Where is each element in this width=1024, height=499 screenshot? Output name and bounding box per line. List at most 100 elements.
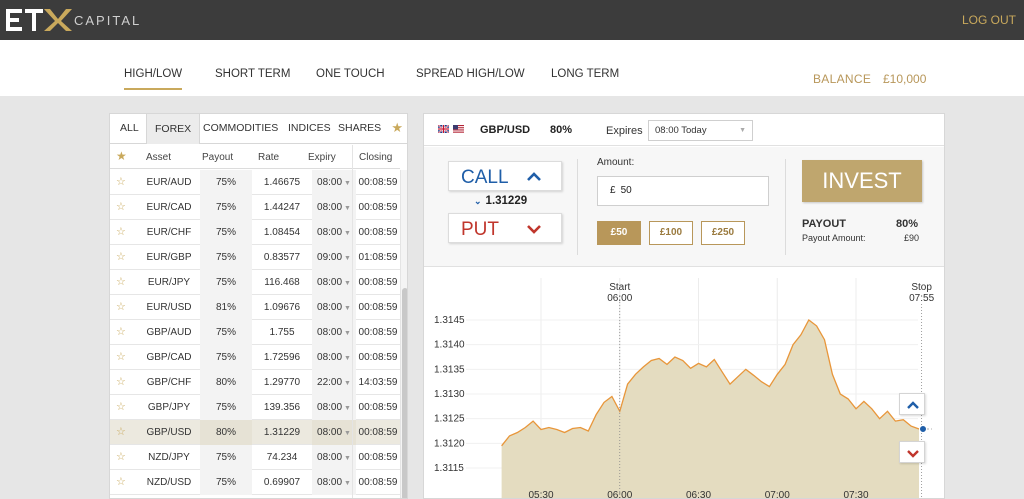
filter-tab-all[interactable]: ALL — [120, 122, 139, 134]
amount-label: Amount: — [597, 157, 635, 168]
table-row[interactable]: ☆ EUR/USD 81% 1.09676 08:00 ▼ 00:08:59 — [110, 295, 400, 320]
favourites-star-icon[interactable]: ★ — [391, 120, 403, 136]
asset-expiry-select[interactable]: 09:00 ▼ — [312, 245, 356, 270]
chevron-down-icon: ▼ — [739, 127, 746, 134]
favourite-star-icon[interactable]: ☆ — [116, 295, 130, 320]
filter-tab-commodities[interactable]: COMMODITIES — [203, 122, 278, 134]
asset-expiry-select[interactable]: 08:00 ▼ — [312, 345, 356, 370]
tab-high-low[interactable]: HIGH/LOW — [124, 68, 183, 90]
table-row[interactable]: ☆ EUR/CHF 75% 1.08454 08:00 ▼ 00:08:59 — [110, 220, 400, 245]
tab-short-term[interactable]: SHORT TERM — [215, 68, 290, 80]
col-payout[interactable]: Payout — [202, 152, 233, 163]
table-row[interactable]: ☆ GBP/USD 80% 1.31229 08:00 ▼ 00:08:59 — [110, 420, 400, 445]
asset-expiry-select[interactable]: 08:00 ▼ — [312, 270, 356, 295]
table-row[interactable]: ☆ NZD/USD 75% 0.69907 08:00 ▼ 00:08:59 — [110, 470, 400, 495]
x-tick-label: 05:30 — [528, 490, 553, 499]
table-row[interactable]: ☆ GBP/CHF 80% 1.29770 22:00 ▼ 14:03:59 — [110, 370, 400, 395]
asset-name: GBP/USD — [146, 427, 192, 438]
chart-put-button[interactable] — [899, 441, 925, 463]
chevron-down-icon: ▼ — [344, 480, 351, 487]
table-row[interactable]: ☆ GBP/CAD 75% 1.72596 08:00 ▼ 00:08:59 — [110, 345, 400, 370]
asset-expiry-select[interactable]: 08:00 ▼ — [312, 320, 356, 345]
asset-expiry-select[interactable]: 22:00 ▼ — [312, 370, 356, 395]
col-expiry[interactable]: Expiry — [308, 152, 336, 163]
expiry-select[interactable]: 08:00 Today ▼ — [648, 120, 753, 141]
col-asset[interactable]: Asset — [146, 152, 171, 163]
asset-closing-time: 00:08:59 — [358, 352, 398, 363]
asset-rate: 74.234 — [266, 452, 298, 463]
table-row[interactable]: ☆ EUR/CAD 75% 1.44247 08:00 ▼ 00:08:59 — [110, 195, 400, 220]
etx-capital-logo[interactable]: CAPITAL — [6, 6, 141, 34]
chevron-up-icon — [527, 172, 541, 181]
asset-rate: 1.72596 — [263, 352, 301, 363]
asset-closing-time: 00:08:59 — [358, 177, 398, 188]
asset-expiry-select[interactable]: 08:00 ▼ — [312, 470, 356, 495]
table-row[interactable]: ☆ GBP/JPY 75% 139.356 08:00 ▼ 00:08:59 — [110, 395, 400, 420]
asset-expiry-value: 08:00 — [317, 277, 343, 288]
trade-panel: GBP/USD 80% Expires 08:00 Today ▼ CALL ⌄… — [423, 113, 945, 499]
favourite-star-icon[interactable]: ☆ — [116, 420, 130, 445]
filter-tab-forex[interactable]: FOREX — [146, 114, 201, 144]
asset-expiry-value: 08:00 — [317, 427, 343, 438]
asset-expiry-select[interactable]: 08:00 ▼ — [312, 220, 356, 245]
asset-expiry-select[interactable]: 08:00 ▼ — [312, 445, 356, 470]
col-rate[interactable]: Rate — [258, 152, 279, 163]
favourite-star-icon[interactable]: ☆ — [116, 220, 130, 245]
favourite-star-icon[interactable]: ☆ — [116, 395, 130, 420]
asset-expiry-select[interactable]: 08:00 ▼ — [312, 420, 356, 445]
quick-amount-100-button[interactable]: £100 — [649, 221, 693, 245]
favourite-star-icon[interactable]: ☆ — [116, 445, 130, 470]
put-button[interactable]: PUT — [448, 213, 562, 243]
asset-expiry-select[interactable]: 08:00 ▼ — [312, 395, 356, 420]
table-row[interactable]: ☆ GBP/AUD 75% 1.755 08:00 ▼ 00:08:59 — [110, 320, 400, 345]
favourite-star-icon[interactable]: ☆ — [116, 345, 130, 370]
asset-list-scrollbar[interactable] — [400, 170, 407, 498]
favourite-column-star-icon[interactable]: ★ — [116, 149, 127, 163]
logout-button[interactable]: LOG OUT — [962, 13, 1016, 27]
table-row[interactable]: ☆ NZD/JPY 75% 74.234 08:00 ▼ 00:08:59 — [110, 445, 400, 470]
y-tick-label: 1.3120 — [434, 438, 465, 449]
chart-call-button[interactable] — [899, 393, 925, 415]
table-row[interactable]: ☆ EUR/AUD 75% 1.46675 08:00 ▼ 00:08:59 — [110, 170, 400, 195]
asset-expiry-select[interactable]: 08:00 ▼ — [312, 195, 356, 220]
filter-tab-indices[interactable]: INDICES — [288, 122, 331, 134]
table-row[interactable]: ☆ EUR/GBP 75% 0.83577 09:00 ▼ 01:08:59 — [110, 245, 400, 270]
filter-tab-shares[interactable]: SHARES — [338, 122, 381, 134]
asset-name: GBP/CHF — [146, 377, 192, 388]
asset-rate: 1.46675 — [263, 177, 301, 188]
tab-spread-high-low[interactable]: SPREAD HIGH/LOW — [416, 68, 525, 80]
current-rate: ⌄ 1.31229 — [474, 195, 527, 207]
col-closing[interactable]: Closing — [359, 152, 392, 163]
asset-expiry-value: 08:00 — [317, 402, 343, 413]
favourite-star-icon[interactable]: ☆ — [116, 470, 130, 495]
asset-expiry-select[interactable]: 08:00 ▼ — [312, 170, 356, 195]
tab-one-touch[interactable]: ONE TOUCH — [316, 68, 385, 80]
favourite-star-icon[interactable]: ☆ — [116, 370, 130, 395]
asset-payout: 75% — [200, 220, 252, 245]
asset-name: EUR/CAD — [146, 202, 192, 213]
asset-payout: 75% — [200, 470, 252, 495]
scroll-thumb[interactable] — [402, 288, 407, 498]
favourite-star-icon[interactable]: ☆ — [116, 170, 130, 195]
favourite-star-icon[interactable]: ☆ — [116, 195, 130, 220]
quick-amount-50-button[interactable]: £50 — [597, 221, 641, 245]
balance-value: £10,000 — [883, 72, 927, 86]
asset-name: EUR/AUD — [146, 177, 192, 188]
favourite-star-icon[interactable]: ☆ — [116, 245, 130, 270]
quick-amount-250-button[interactable]: £250 — [701, 221, 745, 245]
call-button[interactable]: CALL — [448, 161, 562, 191]
invest-button[interactable]: INVEST — [802, 160, 922, 202]
amount-input[interactable]: £50 — [597, 176, 769, 206]
tab-long-term[interactable]: LONG TERM — [551, 68, 619, 80]
rate-down-icon: ⌄ — [474, 196, 482, 206]
table-row[interactable]: ☆ EUR/JPY 75% 116.468 08:00 ▼ 00:08:59 — [110, 270, 400, 295]
chevron-down-icon: ▼ — [344, 430, 351, 437]
asset-name: NZD/JPY — [148, 452, 190, 463]
chevron-down-icon: ▼ — [344, 280, 351, 287]
selected-pair-payout: 80% — [550, 124, 573, 136]
price-chart[interactable]: Start06:00Stop07:551.31451.31401.31351.3… — [424, 268, 945, 499]
asset-expiry-select[interactable]: 08:00 ▼ — [312, 295, 356, 320]
favourite-star-icon[interactable]: ☆ — [116, 320, 130, 345]
asset-payout: 75% — [200, 445, 252, 470]
favourite-star-icon[interactable]: ☆ — [116, 270, 130, 295]
